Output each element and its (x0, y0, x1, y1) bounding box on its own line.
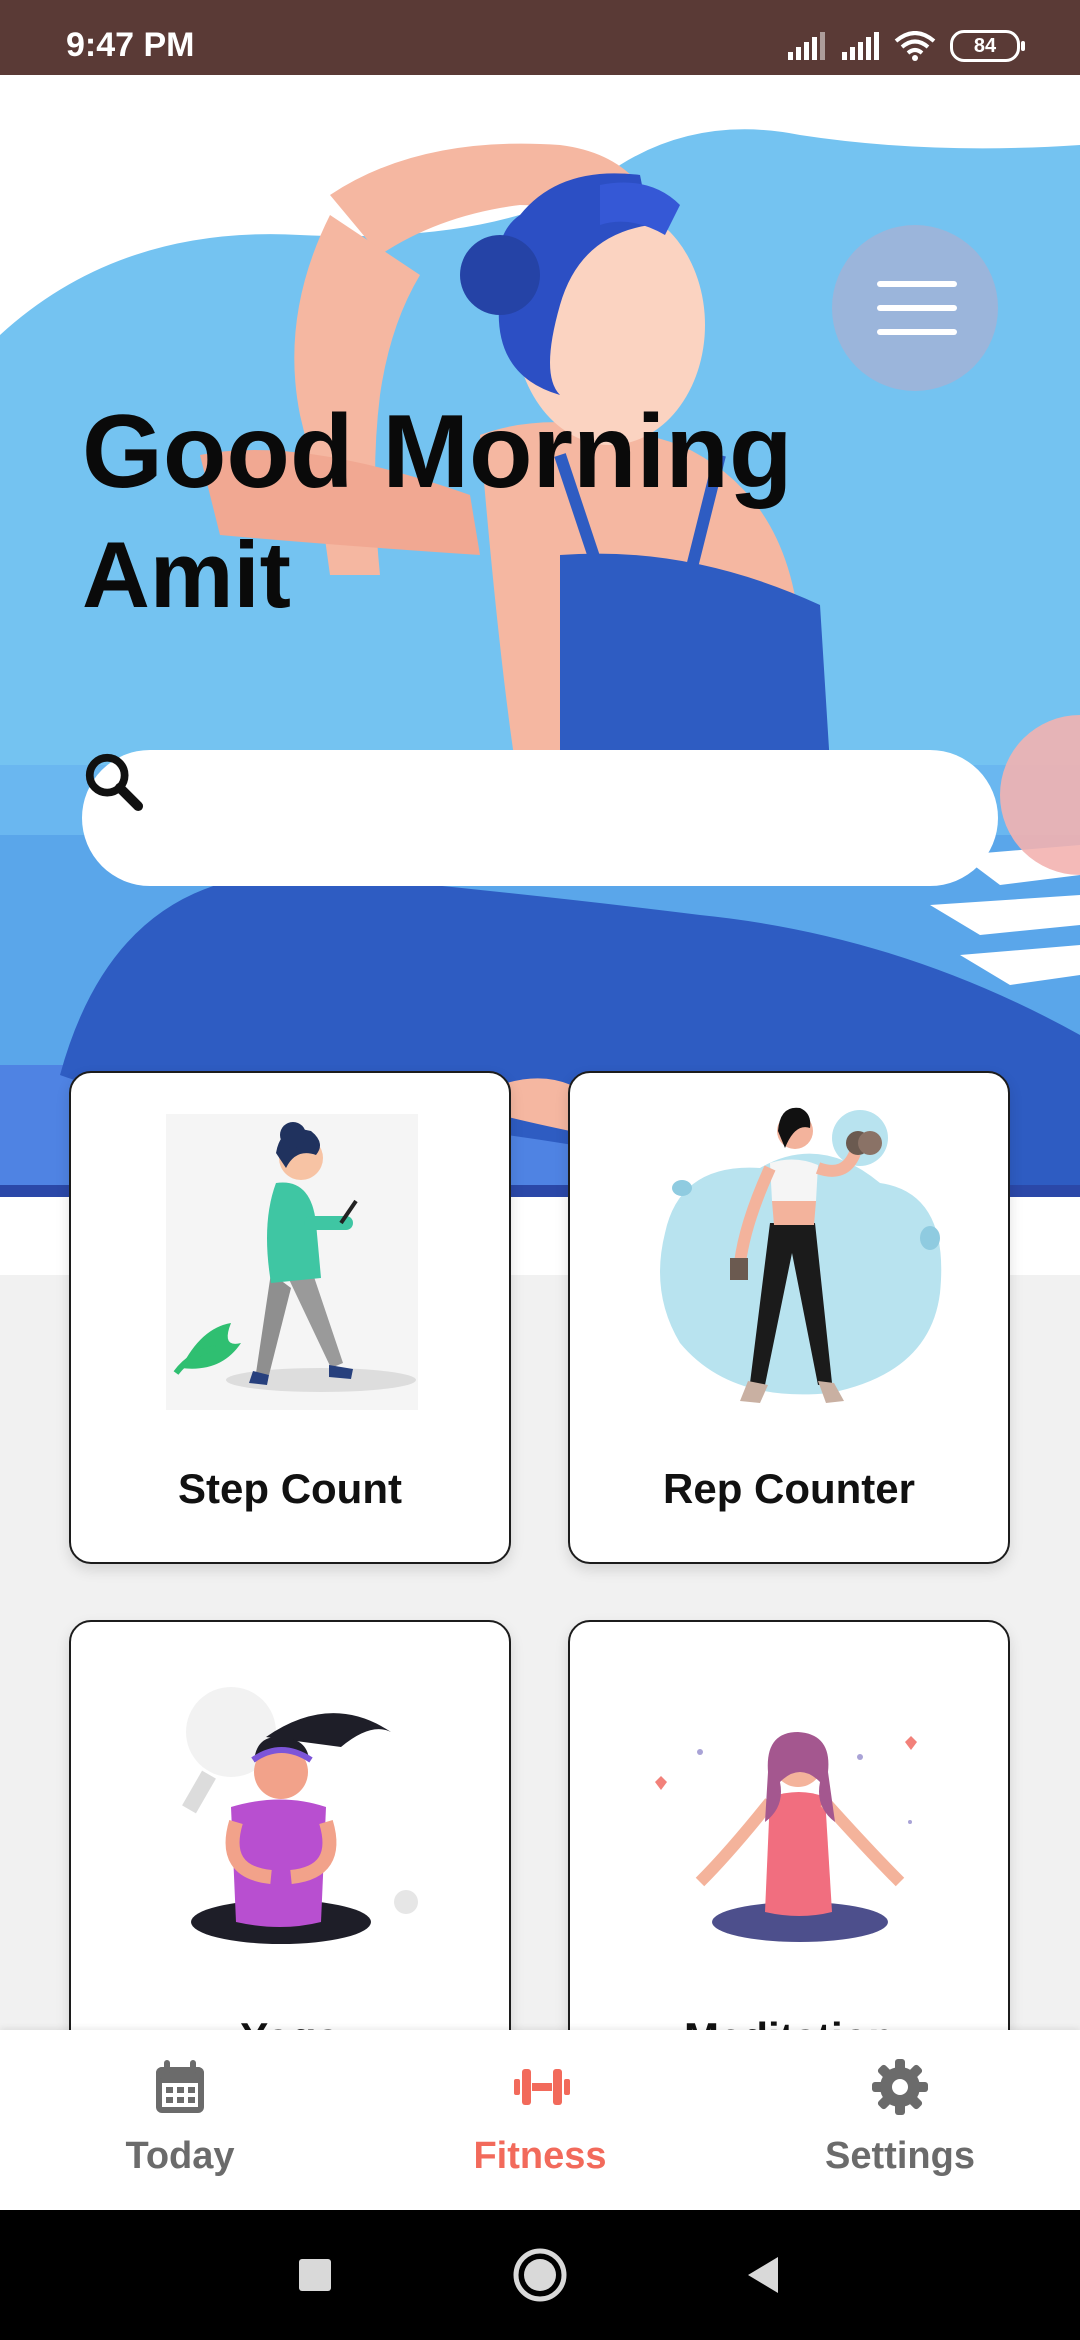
search-input[interactable] (232, 780, 956, 858)
home-button[interactable] (508, 2243, 572, 2307)
status-bar: 9:47 PM 84 (0, 0, 1080, 75)
hamburger-menu-icon-bar (877, 305, 957, 311)
search-bar[interactable] (82, 750, 998, 886)
calendar-icon (156, 2060, 204, 2113)
nav-label-settings: Settings (825, 2135, 975, 2177)
dumbbell-icon (514, 2069, 570, 2105)
nav-label-today: Today (125, 2135, 235, 2177)
search-icon (85, 753, 144, 812)
nav-item-settings[interactable]: Settings (720, 2030, 1080, 2210)
card-step-count[interactable]: Step Count (69, 1071, 511, 1564)
gear-icon (872, 2059, 928, 2115)
card-label: Step Count (178, 1465, 402, 1512)
wifi-icon (894, 31, 936, 61)
greeting-title: Good Morning (82, 394, 793, 510)
card-rep-counter[interactable]: Rep Counter (568, 1071, 1010, 1564)
back-button[interactable] (730, 2243, 794, 2307)
signal-icon (842, 32, 879, 60)
battery-icon: 84 (950, 30, 1025, 62)
user-name: Amit (82, 522, 291, 627)
system-navigation-bar (0, 2210, 1080, 2340)
card-label: Rep Counter (663, 1465, 915, 1512)
signal-icon (788, 32, 825, 60)
menu-button[interactable] (832, 225, 998, 391)
status-time: 9:47 PM (66, 26, 195, 64)
nav-item-today[interactable]: Today (0, 2030, 360, 2210)
nav-label-fitness: Fitness (473, 2135, 607, 2177)
status-icons: 84 (786, 30, 1025, 62)
recent-apps-button[interactable] (283, 2243, 347, 2307)
hamburger-menu-icon-bar (877, 329, 957, 335)
nav-item-fitness[interactable]: Fitness (360, 2030, 720, 2210)
bottom-navigation: Today Fitness Settings (0, 2030, 1080, 2210)
hamburger-menu-icon (877, 281, 957, 287)
